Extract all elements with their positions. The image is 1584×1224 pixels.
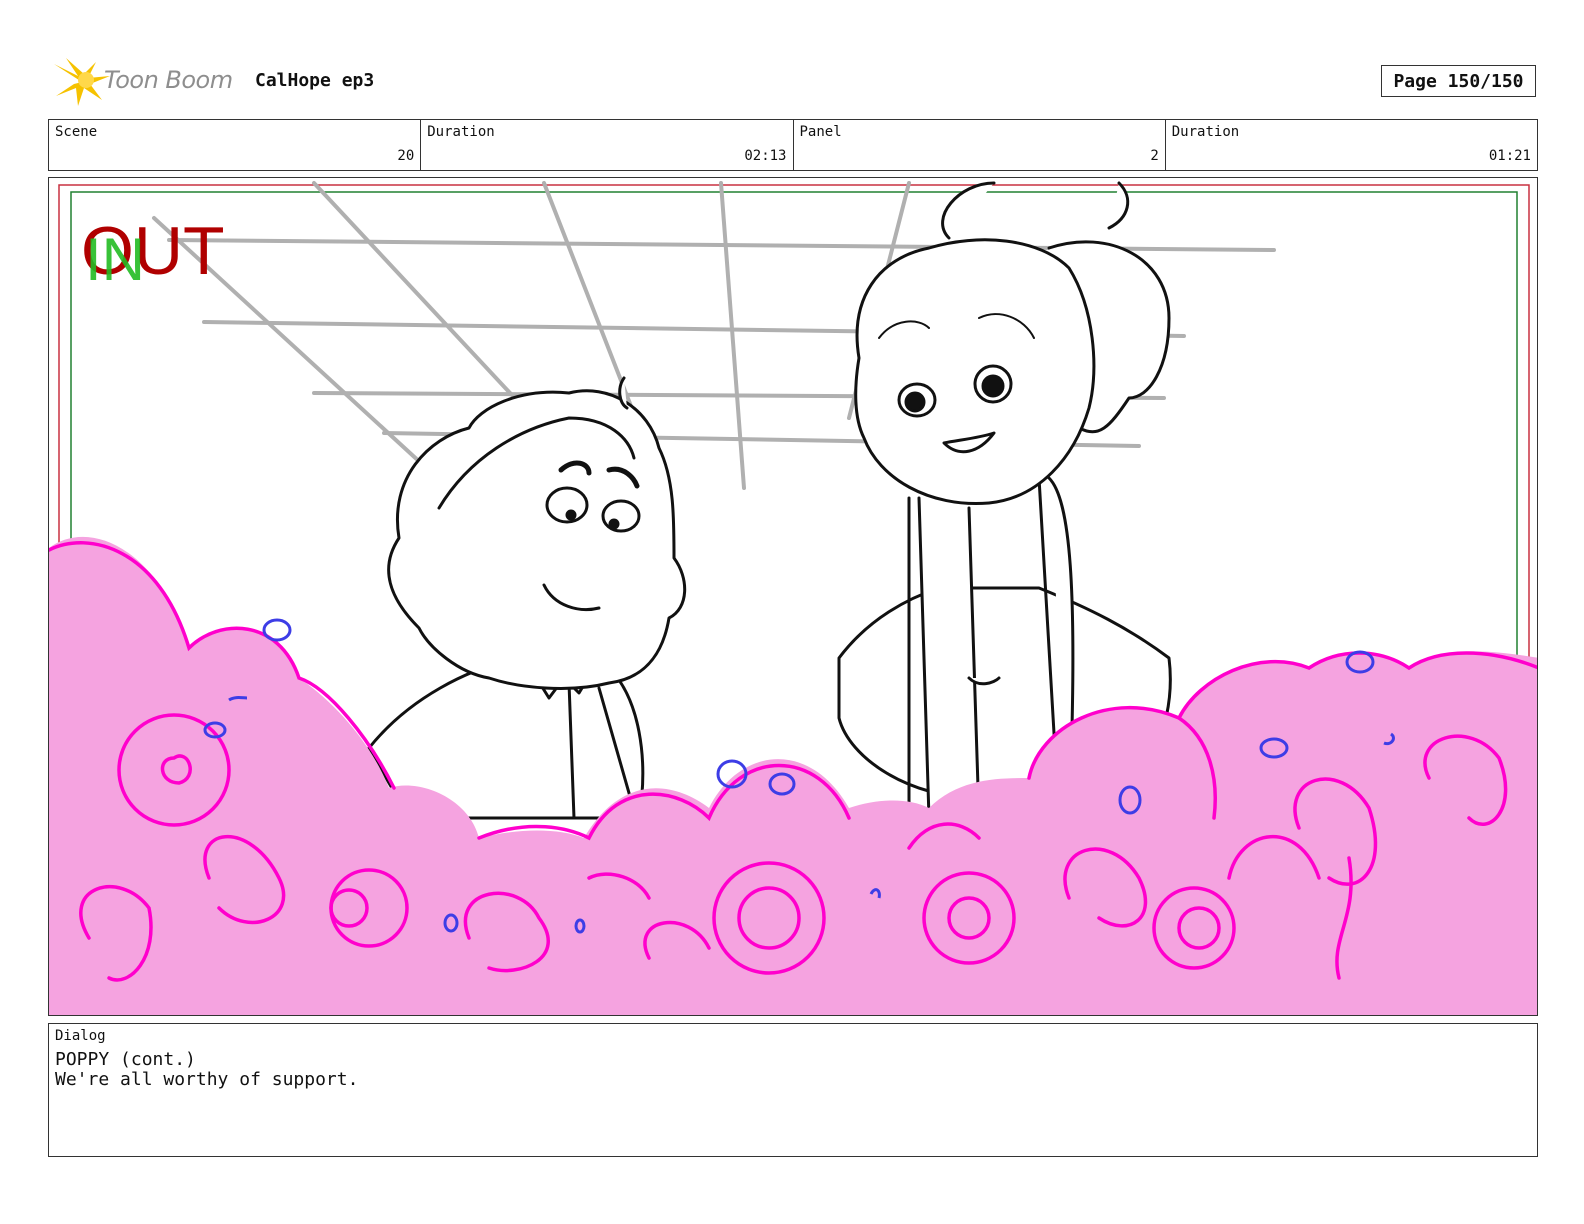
dialog-text: POPPY (cont.) We're all worthy of suppor… — [55, 1050, 358, 1090]
project-title: CalHope ep3 — [255, 70, 375, 91]
panel-cell: Panel 2 — [794, 120, 1166, 170]
scene-cell: Scene 20 — [49, 120, 422, 170]
page-number: Page 150/150 — [1381, 65, 1536, 97]
panel-sketch: OUT IN — [49, 181, 1537, 1015]
scene-duration-cell: Duration 02:13 — [421, 120, 794, 170]
scene-duration-label: Duration — [427, 124, 495, 140]
dialog-line: We're all worthy of support. — [55, 1069, 359, 1090]
dialog-box: Dialog POPPY (cont.) We're all worthy of… — [48, 1023, 1538, 1157]
scene-label: Scene — [55, 124, 98, 140]
panel-info-row: Scene 20 Duration 02:13 Panel 2 Duration… — [48, 119, 1538, 171]
panel-label: Panel — [799, 124, 842, 140]
panel-duration-cell: Duration 01:21 — [1166, 120, 1537, 170]
storyboard-panel: OUT IN — [48, 177, 1538, 1016]
panel-duration-value: 01:21 — [1488, 148, 1531, 164]
boy-character — [367, 376, 687, 830]
scene-duration-value: 02:13 — [744, 148, 787, 164]
dialog-label: Dialog — [55, 1028, 106, 1044]
pink-cloud-foreground — [49, 536, 1537, 1015]
panel-duration-label: Duration — [1171, 124, 1240, 140]
panel-value: 2 — [1150, 148, 1159, 164]
in-mark: IN — [85, 226, 145, 293]
scene-value: 20 — [397, 148, 415, 164]
dialog-speaker: POPPY (cont.) — [55, 1049, 196, 1070]
starburst-icon — [54, 58, 110, 106]
logo-text: Toon Boom — [104, 66, 233, 94]
